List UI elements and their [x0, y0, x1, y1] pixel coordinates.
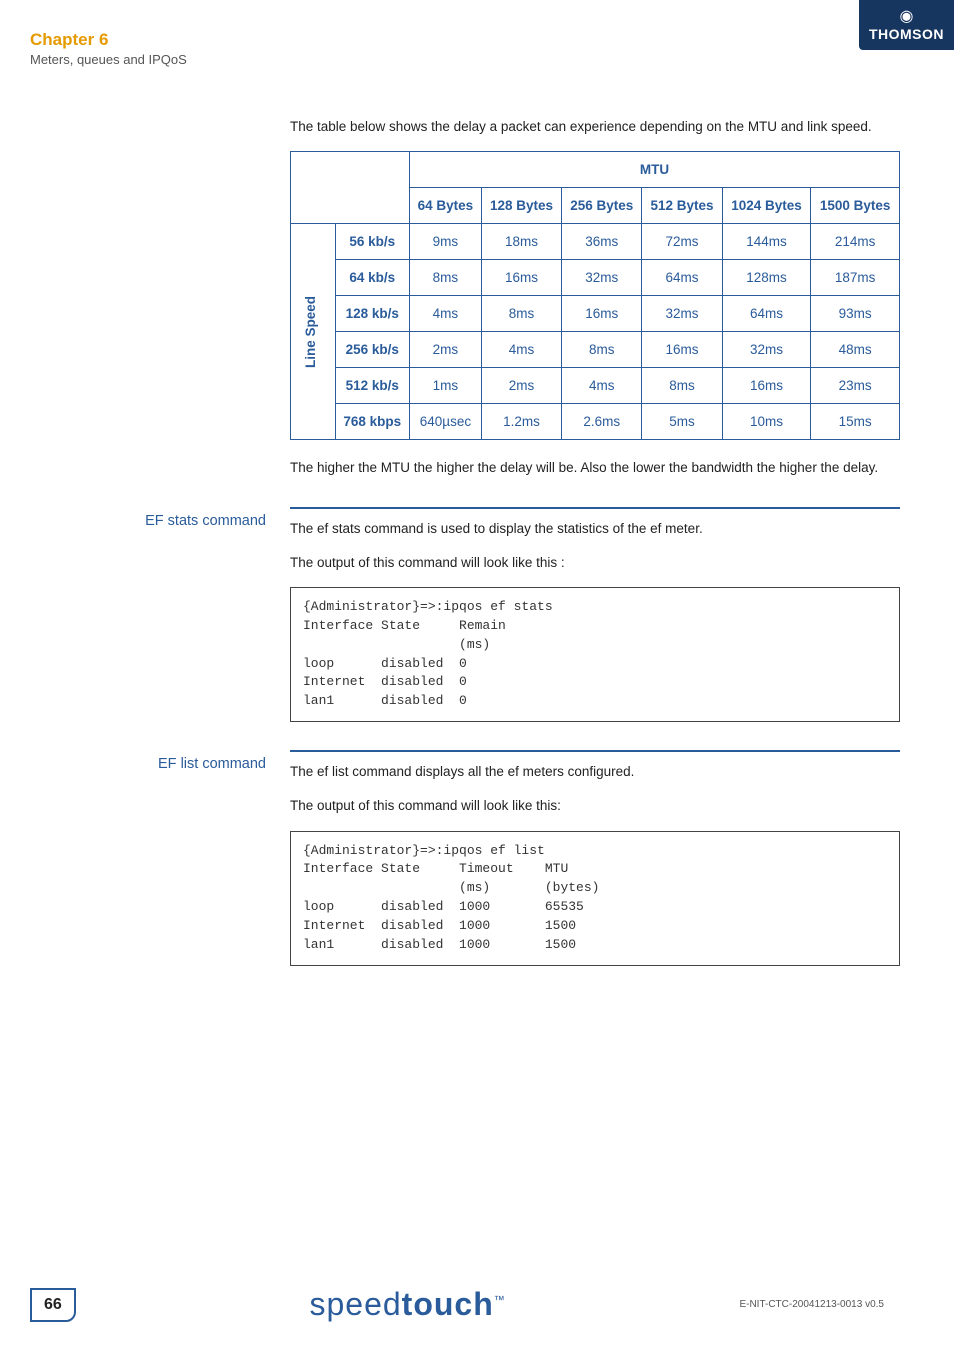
- line-speed-header: Line Speed: [291, 224, 336, 440]
- ef-list-label: EF list command: [30, 750, 290, 966]
- cell: 128ms: [722, 260, 811, 296]
- brand-bold: touch: [402, 1286, 494, 1322]
- cell: 16ms: [722, 368, 811, 404]
- cell: 23ms: [811, 368, 900, 404]
- cell: 32ms: [562, 260, 642, 296]
- ef-list-p1: The ef list command displays all the ef …: [290, 762, 900, 782]
- mtu-delay-table: MTU 64 Bytes 128 Bytes 256 Bytes 512 Byt…: [290, 151, 900, 440]
- intro-paragraph: The table below shows the delay a packet…: [290, 117, 900, 137]
- col-1024: 1024 Bytes: [722, 188, 811, 224]
- row-512: 512 kb/s: [335, 368, 409, 404]
- cell: 2ms: [409, 332, 481, 368]
- cell: 214ms: [811, 224, 900, 260]
- cell: 72ms: [642, 224, 722, 260]
- cell: 16ms: [562, 296, 642, 332]
- cell: 32ms: [722, 332, 811, 368]
- cell: 9ms: [409, 224, 481, 260]
- cell: 18ms: [481, 224, 561, 260]
- col-1500: 1500 Bytes: [811, 188, 900, 224]
- ef-stats-label: EF stats command: [30, 507, 290, 723]
- ef-stats-p2: The output of this command will look lik…: [290, 553, 900, 573]
- cell: 10ms: [722, 404, 811, 440]
- cell: 2ms: [481, 368, 561, 404]
- brand-light: speed: [309, 1286, 401, 1322]
- cell: 4ms: [481, 332, 561, 368]
- row-56: 56 kb/s: [335, 224, 409, 260]
- ef-stats-output: {Administrator}=>:ipqos ef stats Interfa…: [290, 587, 900, 722]
- divider: [290, 750, 900, 752]
- cell: 48ms: [811, 332, 900, 368]
- ef-stats-p1: The ef stats command is used to display …: [290, 519, 900, 539]
- cell: 144ms: [722, 224, 811, 260]
- col-64: 64 Bytes: [409, 188, 481, 224]
- col-256: 256 Bytes: [562, 188, 642, 224]
- cell: 187ms: [811, 260, 900, 296]
- cell: 4ms: [562, 368, 642, 404]
- ef-list-output: {Administrator}=>:ipqos ef list Interfac…: [290, 831, 900, 966]
- trademark-icon: ™: [494, 1294, 506, 1306]
- mtu-header: MTU: [409, 152, 899, 188]
- row-128: 128 kb/s: [335, 296, 409, 332]
- cell: 5ms: [642, 404, 722, 440]
- cell: 8ms: [409, 260, 481, 296]
- cell: 1.2ms: [481, 404, 561, 440]
- ef-list-p2: The output of this command will look lik…: [290, 796, 900, 816]
- cell: 36ms: [562, 224, 642, 260]
- divider: [290, 507, 900, 509]
- col-512: 512 Bytes: [642, 188, 722, 224]
- row-768: 768 kbps: [335, 404, 409, 440]
- cell: 32ms: [642, 296, 722, 332]
- cell: 640µsec: [409, 404, 481, 440]
- globe-icon: ◉: [869, 6, 944, 26]
- cell: 16ms: [481, 260, 561, 296]
- chapter-subtitle: Meters, queues and IPQoS: [30, 52, 187, 67]
- cell: 8ms: [642, 368, 722, 404]
- thomson-logo: ◉ THOMSON: [859, 0, 954, 50]
- chapter-title: Chapter 6: [30, 30, 187, 50]
- cell: 1ms: [409, 368, 481, 404]
- cell: 64ms: [722, 296, 811, 332]
- cell: 8ms: [481, 296, 561, 332]
- cell: 64ms: [642, 260, 722, 296]
- col-128: 128 Bytes: [481, 188, 561, 224]
- cell: 16ms: [642, 332, 722, 368]
- row-64: 64 kb/s: [335, 260, 409, 296]
- cell: 15ms: [811, 404, 900, 440]
- speedtouch-logo: speedtouch™: [309, 1286, 505, 1323]
- row-256: 256 kb/s: [335, 332, 409, 368]
- logo-text: THOMSON: [869, 26, 944, 42]
- document-id: E-NIT-CTC-20041213-0013 v0.5: [739, 1299, 884, 1310]
- cell: 93ms: [811, 296, 900, 332]
- cell: 2.6ms: [562, 404, 642, 440]
- after-table-paragraph: The higher the MTU the higher the delay …: [290, 458, 900, 478]
- cell: 8ms: [562, 332, 642, 368]
- cell: 4ms: [409, 296, 481, 332]
- page-number: 66: [30, 1288, 76, 1322]
